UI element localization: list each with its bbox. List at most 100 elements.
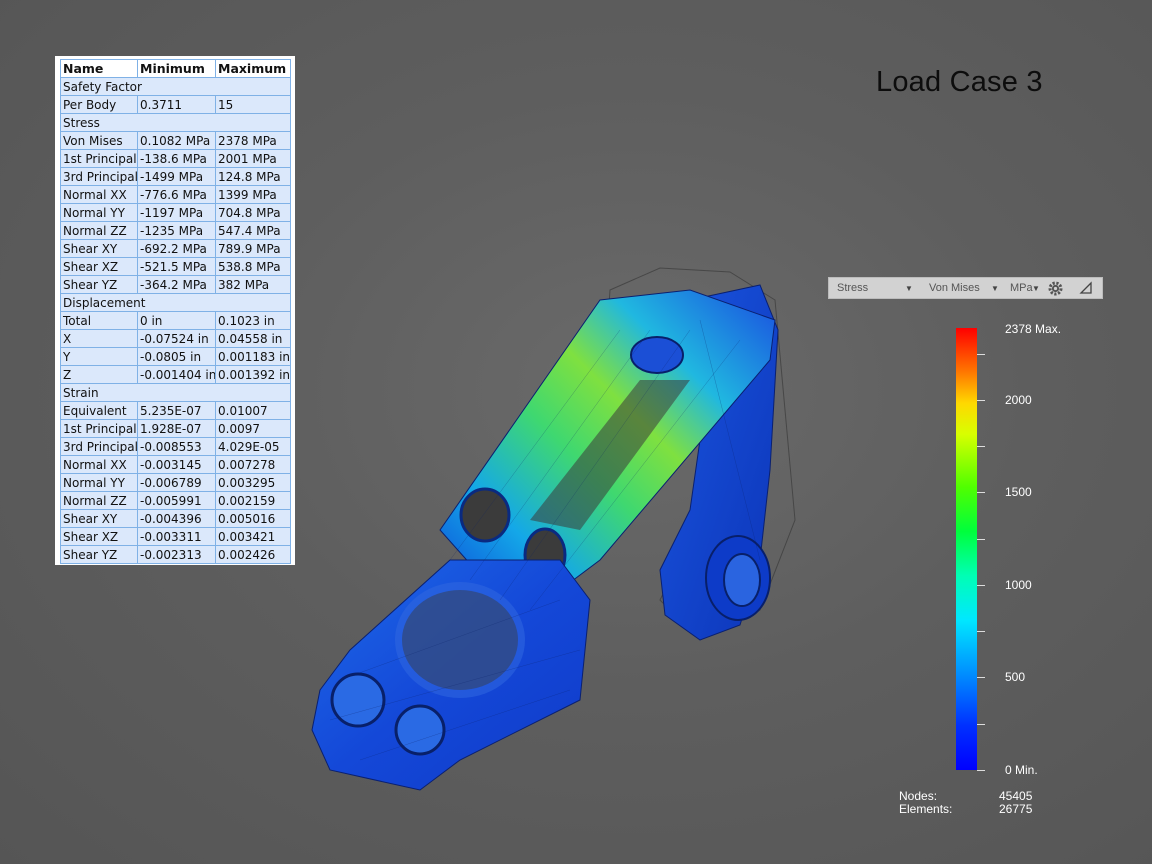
row-name-cell: Normal XX: [60, 185, 138, 204]
row-minimum-cell: -776.6 MPa: [137, 185, 216, 204]
component-dropdown[interactable]: Von Mises ▼: [929, 282, 1001, 294]
row-minimum-cell: 1.928E-07: [137, 419, 216, 438]
scale-tick: [977, 446, 985, 447]
row-maximum-cell: 0.007278: [215, 455, 291, 474]
row-name-cell: 1st Principal: [60, 419, 138, 438]
scale-tick: [977, 354, 985, 355]
scale-tick: [977, 677, 985, 678]
scale-tick: [977, 400, 985, 401]
chevron-down-icon: ▼: [1032, 284, 1040, 293]
row-maximum-cell: 0.002159: [215, 491, 291, 510]
row-minimum-cell: -0.002313: [137, 545, 216, 564]
row-name-cell: Normal YY: [60, 203, 138, 222]
table-row: Shear YZ -364.2 MPa 382 MPa: [60, 275, 291, 294]
row-maximum-cell: 0.01007: [215, 401, 291, 420]
row-minimum-cell: -0.003311: [137, 527, 216, 546]
row-maximum-cell: 382 MPa: [215, 275, 291, 294]
scale-tick: [977, 770, 985, 771]
table-row: Shear YZ -0.002313 0.002426: [60, 545, 291, 564]
table-row: Von Mises 0.1082 MPa 2378 MPa: [60, 131, 291, 150]
row-name-cell: Normal ZZ: [60, 221, 138, 240]
table-row: Normal ZZ -0.005991 0.002159: [60, 491, 291, 510]
color-scale-bar: [956, 328, 977, 770]
row-maximum-cell: 4.029E-05: [215, 437, 291, 456]
scale-max-label: 2378 Max.: [1005, 322, 1062, 336]
table-row: Shear XZ -0.003311 0.003421: [60, 527, 291, 546]
row-minimum-cell: -1499 MPa: [137, 167, 216, 186]
table-section-row: Strain: [60, 383, 291, 402]
row-name-cell: Y: [60, 347, 138, 366]
result-type-dropdown[interactable]: Stress ▼: [837, 282, 919, 294]
section-title: Safety Factor: [60, 77, 291, 96]
fea-model-view[interactable]: [300, 260, 830, 820]
row-maximum-cell: 0.1023 in: [215, 311, 291, 330]
table-row: 1st Principal -138.6 MPa 2001 MPa: [60, 149, 291, 168]
table-row: Shear XY -692.2 MPa 789.9 MPa: [60, 239, 291, 258]
unit-dropdown[interactable]: MPa ▼: [1010, 282, 1044, 294]
table-row: Equivalent 5.235E-07 0.01007: [60, 401, 291, 420]
result-type-value: Stress: [837, 282, 869, 294]
table-section-row: Displacement: [60, 293, 291, 312]
nodes-label: Nodes:: [899, 789, 938, 803]
chevron-down-icon: ▼: [991, 284, 999, 293]
row-maximum-cell: 0.001183 in: [215, 347, 291, 366]
table-row: Total 0 in 0.1023 in: [60, 311, 291, 330]
row-name-cell: Normal XX: [60, 455, 138, 474]
column-header-minimum: Minimum: [137, 59, 216, 78]
corner-resize-icon[interactable]: [1079, 281, 1093, 295]
row-name-cell: Z: [60, 365, 138, 384]
row-name-cell: Total: [60, 311, 138, 330]
row-maximum-cell: 0.005016: [215, 509, 291, 528]
table-section-row: Stress: [60, 113, 291, 132]
table-row: Shear XY -0.004396 0.005016: [60, 509, 291, 528]
row-name-cell: Shear XZ: [60, 257, 138, 276]
row-maximum-cell: 2378 MPa: [215, 131, 291, 150]
section-title: Displacement: [60, 293, 291, 312]
table-section-row: Safety Factor: [60, 77, 291, 96]
scale-tick: [977, 585, 985, 586]
row-maximum-cell: 0.003295: [215, 473, 291, 492]
scale-tick-label: 1000: [1005, 578, 1032, 592]
row-name-cell: Shear XZ: [60, 527, 138, 546]
unit-value: MPa: [1010, 282, 1033, 294]
row-minimum-cell: -364.2 MPa: [137, 275, 216, 294]
row-minimum-cell: -521.5 MPa: [137, 257, 216, 276]
row-name-cell: Per Body: [60, 95, 138, 114]
row-name-cell: Shear YZ: [60, 545, 138, 564]
results-table-panel: Name Minimum Maximum Safety Factor Per Bo…: [55, 56, 295, 565]
row-name-cell: Shear YZ: [60, 275, 138, 294]
row-name-cell: Shear XY: [60, 239, 138, 258]
row-minimum-cell: 0.3711: [137, 95, 216, 114]
row-maximum-cell: 0.0097: [215, 419, 291, 438]
scale-tick: [977, 631, 985, 632]
row-minimum-cell: -0.07524 in: [137, 329, 216, 348]
row-name-cell: Von Mises: [60, 131, 138, 150]
row-minimum-cell: -0.006789: [137, 473, 216, 492]
table-row: Shear XZ -521.5 MPa 538.8 MPa: [60, 257, 291, 276]
results-table: Name Minimum Maximum Safety Factor Per Bo…: [60, 59, 291, 564]
table-row: Normal YY -0.006789 0.003295: [60, 473, 291, 492]
row-maximum-cell: 2001 MPa: [215, 149, 291, 168]
load-case-title: Load Case 3: [876, 66, 1043, 98]
table-row: Normal XX -776.6 MPa 1399 MPa: [60, 185, 291, 204]
elements-label: Elements:: [899, 802, 953, 816]
section-title: Stress: [60, 113, 291, 132]
row-minimum-cell: 5.235E-07: [137, 401, 216, 420]
row-minimum-cell: -1235 MPa: [137, 221, 216, 240]
scale-tick: [977, 724, 985, 725]
scale-tick-label: 500: [1005, 670, 1026, 684]
row-name-cell: Normal ZZ: [60, 491, 138, 510]
row-maximum-cell: 0.002426: [215, 545, 291, 564]
legend-toolbar: Stress ▼ Von Mises ▼ MPa ▼: [828, 277, 1103, 299]
row-minimum-cell: -0.003145: [137, 455, 216, 474]
row-minimum-cell: -0.008553: [137, 437, 216, 456]
table-row: X -0.07524 in 0.04558 in: [60, 329, 291, 348]
scale-min-label: 0 Min.: [1005, 763, 1038, 777]
row-name-cell: Equivalent: [60, 401, 138, 420]
row-name-cell: Shear XY: [60, 509, 138, 528]
column-header-name: Name: [60, 59, 138, 78]
row-minimum-cell: -0.005991: [137, 491, 216, 510]
gear-icon[interactable]: [1047, 280, 1064, 297]
component-value: Von Mises: [929, 282, 980, 294]
scale-tick-label: 2000: [1005, 393, 1032, 407]
